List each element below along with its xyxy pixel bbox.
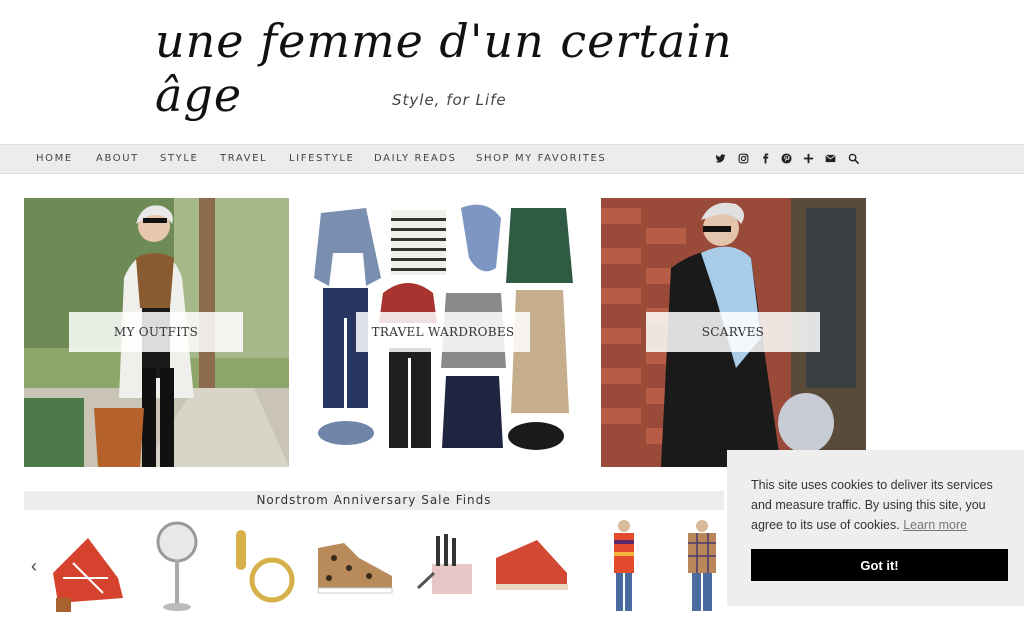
- nav-item-style[interactable]: Style: [160, 153, 198, 164]
- nav-item-lifestyle[interactable]: Lifestyle: [289, 153, 354, 164]
- nav-item-home[interactable]: Home: [36, 153, 73, 164]
- nav-item-daily-reads[interactable]: Daily Reads: [374, 153, 457, 164]
- cookie-message: This site uses cookies to deliver its se…: [751, 475, 1011, 535]
- product-lighted-mirror[interactable]: [156, 518, 198, 614]
- nav-item-about[interactable]: About: [96, 153, 139, 164]
- product-leopard-sneaker[interactable]: [314, 518, 396, 614]
- carousel-title: Nordstrom Anniversary Sale Finds: [256, 493, 492, 507]
- product-plaid-blazer-outfit[interactable]: [682, 518, 722, 614]
- pinterest-icon[interactable]: [779, 151, 793, 167]
- site-header: une femme d'un certain âge Style, for Li…: [0, 0, 1024, 144]
- product-makeup-brush-set[interactable]: [416, 518, 474, 614]
- product-red-sandal[interactable]: [48, 518, 128, 614]
- promo-label-travel-wardrobes: Travel Wardrobes: [356, 312, 530, 352]
- nav-item-travel[interactable]: Travel: [220, 153, 267, 164]
- promo-my-outfits[interactable]: My Outfits: [24, 198, 289, 467]
- main-nav: Home About Style Travel Lifestyle Daily …: [0, 144, 1024, 174]
- product-striped-scarf-outfit[interactable]: [604, 518, 644, 614]
- promo-label-scarves: Scarves: [646, 312, 820, 352]
- nav-item-shop-my-favorites[interactable]: Shop My Favorites: [476, 153, 606, 164]
- instagram-icon[interactable]: [736, 151, 750, 167]
- cookie-banner: This site uses cookies to deliver its se…: [727, 450, 1024, 606]
- twitter-icon[interactable]: [713, 151, 727, 167]
- product-gold-hoop-earrings[interactable]: [232, 518, 296, 614]
- cookie-learn-more-link[interactable]: Learn more: [903, 518, 967, 532]
- site-tagline: Style, for Life: [392, 91, 507, 109]
- facebook-icon[interactable]: [758, 151, 772, 167]
- carousel-title-bar: Nordstrom Anniversary Sale Finds: [24, 491, 724, 510]
- promo-label-my-outfits: My Outfits: [69, 312, 243, 352]
- search-icon[interactable]: [846, 151, 860, 167]
- promo-scarves[interactable]: Scarves: [601, 198, 866, 467]
- chevron-left-icon[interactable]: ‹: [26, 556, 42, 576]
- promo-travel-wardrobes[interactable]: Travel Wardrobes: [311, 198, 576, 467]
- product-red-wedge-sandal[interactable]: [492, 518, 572, 614]
- cookie-accept-button[interactable]: Got it!: [751, 549, 1008, 581]
- email-icon[interactable]: [823, 151, 837, 167]
- bloglovin-icon[interactable]: [801, 151, 815, 167]
